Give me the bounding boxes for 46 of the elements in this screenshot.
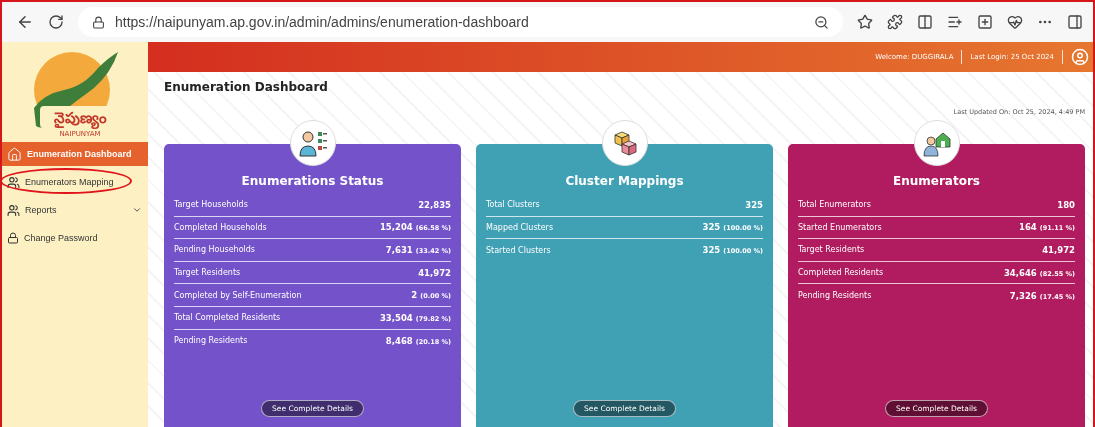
url-text: https://naipunyam.ap.gov.in/admin/admins/enumeration-dashboard	[115, 14, 529, 30]
stat-label: Total Enumerators	[798, 200, 871, 210]
avatar-icon[interactable]	[1071, 48, 1089, 66]
lock-icon	[7, 232, 19, 244]
stat-label: Mapped Clusters	[486, 222, 554, 232]
home-icon	[7, 146, 22, 162]
stat-label: Target Residents	[174, 268, 241, 278]
stat-label: Pending Residents	[174, 336, 248, 346]
sidebar-icon[interactable]	[1067, 14, 1083, 30]
sidebar-item[interactable]: Enumerators Mapping	[2, 170, 148, 194]
stat-value: 22,835	[418, 199, 451, 210]
stat-label: Target Households	[174, 200, 248, 210]
page-title: Enumeration Dashboard	[164, 80, 329, 94]
extensions-icon[interactable]	[887, 14, 903, 30]
stat-label: Completed by Self-Enumeration	[174, 290, 302, 300]
favorite-star-icon[interactable]	[857, 14, 873, 30]
address-bar[interactable]: https://naipunyam.ap.gov.in/admin/admins/enumeration-dashboard	[78, 7, 843, 37]
card-title: Cluster Mappings	[564, 174, 685, 188]
stat-value: 41,972	[418, 267, 451, 278]
stat-label: Completed Households	[174, 222, 267, 232]
stat-value: 180	[1057, 199, 1075, 210]
sidebar-item[interactable]: Change Password	[2, 226, 148, 250]
stat-label: Started Enumerators	[798, 222, 882, 232]
zoom-out-icon[interactable]	[814, 14, 829, 30]
stat-label: Pending Households	[174, 245, 256, 255]
sidebar-item[interactable]: Reports	[2, 198, 148, 222]
stat-value: 41,972	[1042, 245, 1075, 255]
people-icon	[7, 203, 20, 217]
stat-label: Pending Residents	[798, 291, 872, 301]
split-screen-icon[interactable]	[917, 14, 933, 30]
reload-icon[interactable]	[48, 14, 64, 30]
people-icon	[7, 175, 20, 189]
stat-label: Total Completed Residents	[174, 313, 281, 323]
favorites-list-icon[interactable]	[947, 14, 963, 30]
stat-label: Target Residents	[798, 245, 865, 255]
stat-label: Started Clusters	[486, 246, 551, 255]
stat-label: Total Clusters	[486, 200, 540, 210]
stat-label: Completed Residents	[798, 268, 884, 278]
lock-icon	[92, 15, 105, 29]
card-title: Enumerators	[892, 174, 981, 188]
back-icon[interactable]	[16, 13, 34, 31]
heart-pulse-icon[interactable]	[1007, 14, 1023, 30]
stat-value: 325	[745, 199, 763, 210]
collections-icon[interactable]	[977, 14, 993, 30]
person-checklist-icon	[297, 128, 328, 158]
card-title: Enumerations Status	[240, 174, 385, 188]
